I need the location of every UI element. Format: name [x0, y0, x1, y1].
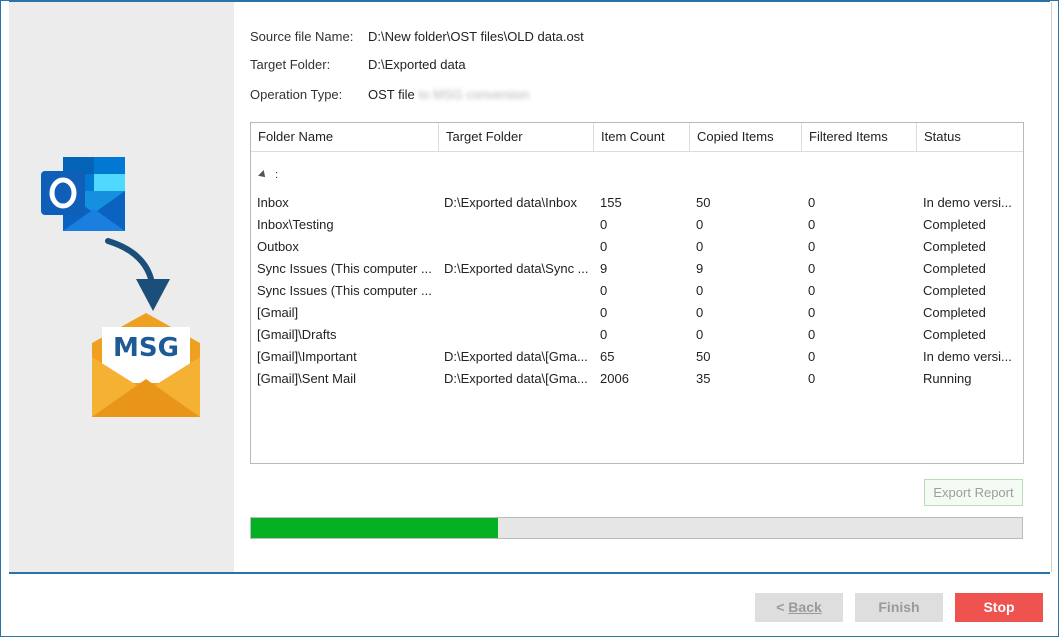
cell-filtered-items: 0: [808, 305, 816, 320]
progress-bar: [250, 517, 1023, 539]
cell-item-count: 9: [600, 261, 608, 276]
msg-envelope-icon: [92, 313, 200, 417]
table-row[interactable]: Sync Issues (This computer ... 0 0 0 Complet…: [251, 280, 1023, 302]
cell-folder-name: Sync Issues (This computer ...: [257, 261, 432, 276]
collapse-triangle-icon[interactable]: [258, 170, 268, 181]
table-row[interactable]: [Gmail] 0 0 0 Completed: [251, 302, 1023, 324]
cell-copied-items: 35: [696, 371, 711, 386]
outlook-icon: [41, 157, 125, 231]
cell-item-count: 65: [600, 349, 615, 364]
cell-status: In demo versi...: [923, 195, 1012, 210]
cell-target-folder: D:\Exported data\[Gma...: [444, 349, 588, 364]
cell-filtered-items: 0: [808, 261, 816, 276]
cell-status: Completed: [923, 327, 986, 342]
cell-target-folder: D:\Exported data\[Gma...: [444, 371, 588, 386]
operation-type-value: OST file to MSG conversion: [368, 87, 529, 102]
cell-copied-items: 50: [696, 349, 711, 364]
bottom-divider: [9, 572, 1050, 574]
operation-type-label: Operation Type:: [250, 87, 343, 102]
target-folder-label: Target Folder:: [250, 57, 331, 72]
cell-item-count: 0: [600, 283, 608, 298]
cell-target-folder: [444, 302, 592, 324]
cell-folder-name: [Gmail]\Sent Mail: [257, 371, 356, 386]
cell-target-folder: [444, 280, 592, 302]
table-row[interactable]: [Gmail]\Drafts 0 0 0 Completed: [251, 324, 1023, 346]
msg-badge-text: MSG: [113, 333, 179, 363]
source-file-value: D:\New folder\OST files\OLD data.ost: [368, 29, 584, 44]
target-folder-value: D:\Exported data: [368, 57, 466, 72]
back-label: Back: [788, 599, 822, 615]
progress-bar-fill: [251, 518, 498, 538]
cell-item-count: 2006: [600, 371, 629, 386]
column-status[interactable]: Status: [917, 123, 1023, 151]
cell-copied-items: 0: [696, 305, 704, 320]
right-edge-line: [1051, 2, 1052, 572]
column-item-count[interactable]: Item Count: [594, 123, 690, 151]
cell-filtered-items: 0: [808, 217, 816, 232]
cell-filtered-items: 0: [808, 371, 816, 386]
cell-status: Completed: [923, 261, 986, 276]
cell-filtered-items: 0: [808, 327, 816, 342]
cell-filtered-items: 0: [808, 195, 816, 210]
cell-status: Running: [923, 371, 972, 386]
cell-target-folder: D:\Exported data\Sync ...: [444, 261, 589, 276]
cell-status: Completed: [923, 283, 986, 298]
column-copied-items[interactable]: Copied Items: [690, 123, 802, 151]
cell-folder-name: [Gmail]\Drafts: [257, 327, 337, 342]
cell-status: In demo versi...: [923, 349, 1012, 364]
cell-copied-items: 0: [696, 217, 704, 232]
cell-item-count: 0: [600, 217, 608, 232]
source-file-label: Source file Name:: [250, 29, 354, 44]
back-button[interactable]: < Back: [755, 593, 843, 622]
cell-copied-items: 0: [696, 283, 704, 298]
table-row[interactable]: Sync Issues (This computer ... D:\Exporte…: [251, 258, 1023, 280]
cell-target-folder: [444, 214, 592, 236]
cell-folder-name: Inbox: [257, 195, 289, 210]
cell-filtered-items: 0: [808, 239, 816, 254]
finish-button[interactable]: Finish: [855, 593, 943, 622]
table-row[interactable]: [Gmail]\Important D:\Exported data\[Gma..…: [251, 346, 1023, 368]
cell-copied-items: 0: [696, 239, 704, 254]
cell-copied-items: 0: [696, 327, 704, 342]
cell-item-count: 0: [600, 239, 608, 254]
cell-folder-name: Sync Issues (This computer ...: [257, 283, 432, 298]
cell-filtered-items: 0: [808, 283, 816, 298]
cell-item-count: 155: [600, 195, 622, 210]
cell-copied-items: 9: [696, 261, 704, 276]
cell-filtered-items: 0: [808, 349, 816, 364]
operation-type-blurred: to MSG conversion: [418, 87, 530, 102]
table-header: Folder Name Target Folder Item Count Cop…: [251, 123, 1023, 152]
cell-status: Completed: [923, 305, 986, 320]
cell-status: Completed: [923, 217, 986, 232]
table-row[interactable]: Outbox 0 0 0 Completed: [251, 236, 1023, 258]
cell-item-count: 0: [600, 305, 608, 320]
stop-button[interactable]: Stop: [955, 593, 1043, 622]
cell-status: Completed: [923, 239, 986, 254]
cell-folder-name: [Gmail]: [257, 305, 299, 320]
cell-folder-name: Outbox: [257, 239, 299, 254]
cell-folder-name: Inbox\Testing: [257, 217, 334, 232]
export-report-button[interactable]: Export Report: [924, 479, 1023, 506]
export-status-table[interactable]: Folder Name Target Folder Item Count Cop…: [250, 122, 1024, 464]
column-target-folder[interactable]: Target Folder: [439, 123, 594, 151]
column-filtered-items[interactable]: Filtered Items: [802, 123, 917, 151]
back-prefix: <: [776, 599, 789, 615]
group-row[interactable]: :: [258, 169, 279, 181]
curved-arrow-icon: [105, 238, 170, 311]
cell-target-folder: D:\Exported data\Inbox: [444, 195, 577, 210]
column-folder-name[interactable]: Folder Name: [251, 123, 439, 151]
group-label: :: [275, 169, 279, 181]
cell-item-count: 0: [600, 327, 608, 342]
cell-folder-name: [Gmail]\Important: [257, 349, 357, 364]
table-row[interactable]: Inbox\Testing 0 0 0 Completed: [251, 214, 1023, 236]
cell-target-folder: [444, 324, 592, 346]
cell-target-folder: [444, 236, 592, 258]
table-row[interactable]: [Gmail]\Sent Mail D:\Exported data\[Gma..…: [251, 368, 1023, 390]
operation-type-text: OST file: [368, 87, 415, 102]
cell-copied-items: 50: [696, 195, 711, 210]
table-row[interactable]: Inbox D:\Exported data\Inbox 155 50 0 In demo…: [251, 192, 1023, 214]
